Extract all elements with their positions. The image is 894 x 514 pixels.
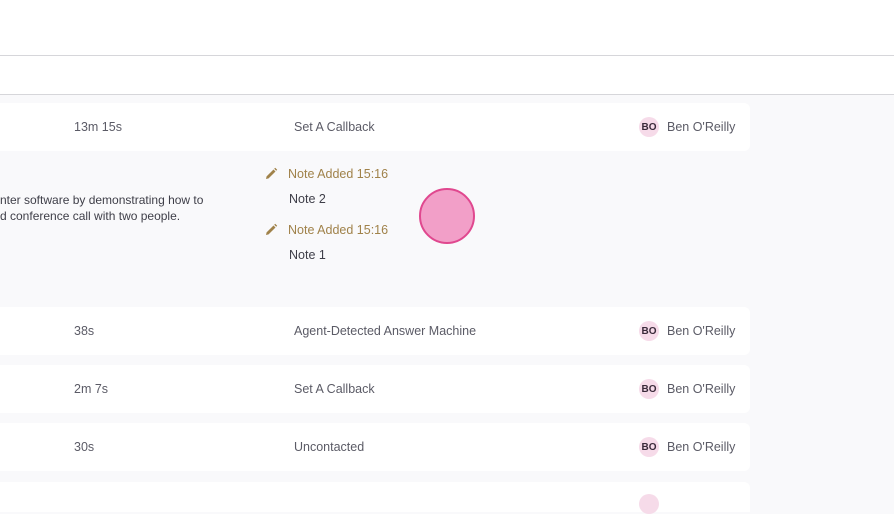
table-row[interactable]: 30s Uncontacted BO Ben O'Reilly — [0, 423, 750, 471]
agent-name: Ben O'Reilly — [667, 120, 736, 134]
call-detail-panel: nter software by demonstrating how to d … — [0, 152, 750, 306]
call-duration: 38s — [74, 324, 95, 338]
note-body: Note 1 — [289, 248, 326, 262]
avatar — [639, 494, 659, 514]
call-duration: 2m 7s — [74, 382, 109, 396]
call-duration: 13m 15s — [74, 120, 122, 134]
agent-cell: BO Ben O'Reilly — [639, 423, 735, 471]
call-outcome: Uncontacted — [294, 440, 365, 454]
avatar: BO — [639, 117, 659, 137]
call-outcome: Set A Callback — [294, 382, 375, 396]
agent-name: Ben O'Reilly — [667, 382, 736, 396]
note-header: Note Added 15:16 — [264, 223, 388, 237]
description-line: nter software by demonstrating how to — [0, 193, 204, 207]
agent-cell: BO Ben O'Reilly — [639, 365, 735, 413]
table-row[interactable]: 13m 15s Set A Callback BO Ben O'Reilly — [0, 103, 750, 151]
agent-cell: BO Ben O'Reilly — [639, 307, 735, 355]
sub-header-bar — [0, 56, 894, 95]
note-header: Note Added 15:16 — [264, 167, 388, 181]
table-row-partial[interactable] — [0, 482, 750, 514]
avatar: BO — [639, 379, 659, 399]
call-description: nter software by demonstrating how to d … — [0, 192, 240, 224]
note-body: Note 2 — [289, 192, 326, 206]
top-header-bar — [0, 0, 894, 56]
avatar: BO — [639, 437, 659, 457]
note-header-text: Note Added 15:16 — [288, 167, 389, 181]
pencil-icon — [266, 167, 278, 179]
call-outcome: Agent-Detected Answer Machine — [294, 324, 477, 338]
table-row[interactable]: 38s Agent-Detected Answer Machine BO Ben… — [0, 307, 750, 355]
click-indicator — [419, 188, 475, 244]
call-outcome: Set A Callback — [294, 120, 375, 134]
note-header-text: Note Added 15:16 — [288, 223, 389, 237]
avatar: BO — [639, 321, 659, 341]
agent-name: Ben O'Reilly — [667, 440, 736, 454]
table-row[interactable]: 2m 7s Set A Callback BO Ben O'Reilly — [0, 365, 750, 413]
agent-cell: BO Ben O'Reilly — [639, 103, 735, 151]
agent-name: Ben O'Reilly — [667, 324, 736, 338]
call-duration: 30s — [74, 440, 95, 454]
pencil-icon — [266, 223, 278, 235]
description-line: d conference call with two people. — [0, 209, 181, 223]
